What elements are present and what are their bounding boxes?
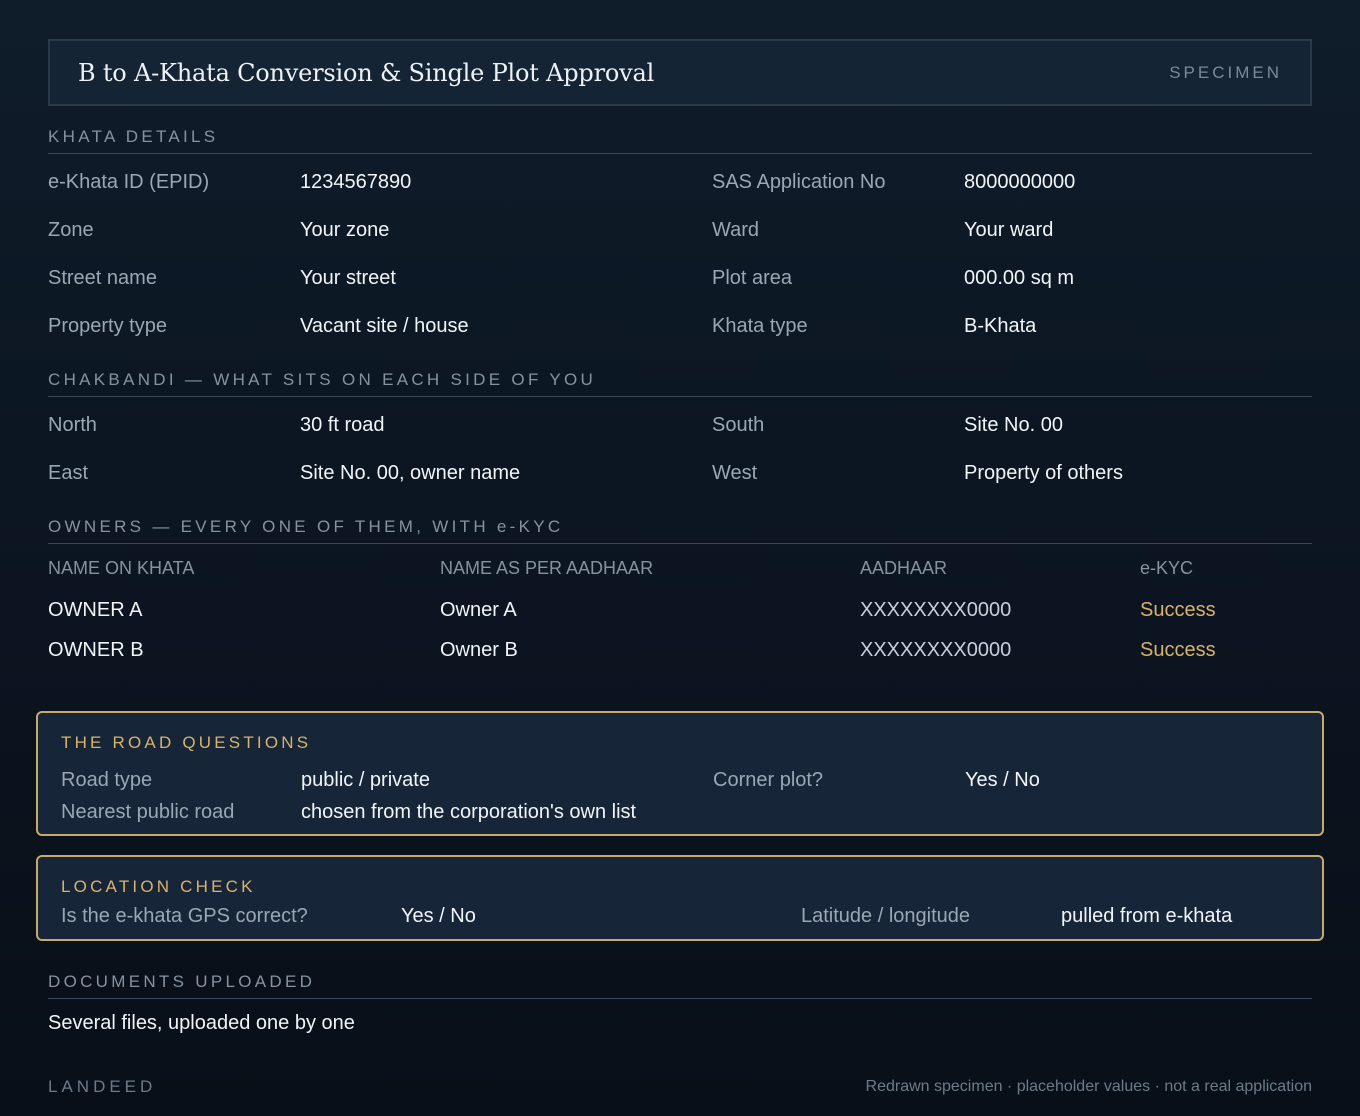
specimen-badge: SPECIMEN [1169, 62, 1282, 82]
owner-name-aadhaar: Owner B [440, 639, 518, 661]
field-label-ward: Ward [712, 219, 760, 241]
road-type-label: Road type [61, 769, 153, 791]
road-type-value: public / private [301, 769, 430, 791]
boundary-value-south: Site No. 00 [964, 414, 1063, 436]
location-row: Is the e-khata GPS correct? Yes / No Lat… [61, 905, 1301, 928]
field-value-khata-type: B-Khata [964, 315, 1037, 337]
boundary-value-north: 30 ft road [300, 414, 385, 436]
field-value-zone: Your zone [300, 219, 390, 241]
gps-correct-value: Yes / No [401, 905, 476, 927]
section-heading-owners: OWNERS — EVERY ONE OF THEM, WITH e-KYC [48, 517, 1312, 544]
field-value-epid: 1234567890 [300, 171, 412, 193]
field-label-plot-area: Plot area [712, 267, 793, 289]
field-label-epid: e-Khata ID (EPID) [48, 171, 210, 193]
boundary-value-east: Site No. 00, owner name [300, 462, 521, 484]
road-row-1: Road type public / private Corner plot? … [61, 769, 1301, 792]
nearest-road-value: chosen from the corporation's own list [301, 801, 637, 823]
section-heading-documents: DOCUMENTS UPLOADED [48, 972, 1312, 999]
section-heading-location: LOCATION CHECK [61, 877, 256, 896]
khata-details-grid: e-Khata ID (EPID) 1234567890 SAS Applica… [48, 158, 1312, 350]
lat-long-label: Latitude / longitude [801, 905, 971, 927]
page-title: B to A-Khata Conversion & Single Plot Ap… [78, 58, 655, 87]
gps-correct-label: Is the e-khata GPS correct? [61, 905, 308, 927]
column-header-ekyc: e-KYC [1140, 558, 1194, 578]
footer-note: Redrawn specimen · placeholder values · … [865, 1078, 1312, 1095]
field-label-property-type: Property type [48, 315, 167, 337]
field-value-ward: Your ward [964, 219, 1054, 241]
owner-ekyc-status: Success [1140, 639, 1216, 661]
owner-ekyc-status: Success [1140, 599, 1216, 621]
application-form: B to A-Khata Conversion & Single Plot Ap… [36, 39, 1324, 1034]
field-value-sas: 8000000000 [964, 171, 1076, 193]
boundary-label-south: South [712, 414, 765, 436]
khata-details-section: KHATA DETAILS e-Khata ID (EPID) 12345678… [48, 127, 1312, 350]
road-questions-box: THE ROAD QUESTIONS Road type public / pr… [36, 711, 1324, 836]
field-label-zone: Zone [48, 219, 94, 241]
column-header-aadhaar: AADHAAR [860, 558, 948, 578]
field-value-property-type: Vacant site / house [300, 315, 469, 337]
owners-table: NAME ON KHATA NAME AS PER AADHAAR AADHAA… [48, 544, 1312, 670]
boundary-label-west: West [712, 462, 758, 484]
owners-section: OWNERS — EVERY ONE OF THEM, WITH e-KYC N… [48, 517, 1312, 670]
documents-section: DOCUMENTS UPLOADED Several files, upload… [48, 972, 1312, 1035]
boundary-value-west: Property of others [964, 462, 1123, 484]
section-heading-chakbandi: CHAKBANDI — WHAT SITS ON EACH SIDE OF YO… [48, 370, 1312, 397]
location-check-box: LOCATION CHECK Is the e-khata GPS correc… [36, 855, 1324, 941]
owner-aadhaar-number: XXXXXXXX0000 [860, 639, 1012, 661]
nearest-road-label: Nearest public road [61, 801, 235, 823]
corner-plot-value: Yes / No [965, 769, 1040, 791]
title-bar: B to A-Khata Conversion & Single Plot Ap… [48, 39, 1312, 106]
column-header-name-on-khata: NAME ON KHATA [48, 558, 195, 578]
boundary-label-east: East [48, 462, 89, 484]
lat-long-value: pulled from e-khata [1061, 905, 1233, 927]
owner-name-khata: OWNER A [48, 599, 143, 621]
chakbandi-grid: North 30 ft road South Site No. 00 East … [48, 401, 1312, 497]
boundary-label-north: North [48, 414, 97, 436]
owner-name-aadhaar: Owner A [440, 599, 517, 621]
owner-name-khata: OWNER B [48, 639, 144, 661]
chakbandi-section: CHAKBANDI — WHAT SITS ON EACH SIDE OF YO… [48, 370, 1312, 497]
road-row-2: Nearest public road chosen from the corp… [61, 801, 1301, 824]
corner-plot-label: Corner plot? [713, 769, 824, 791]
field-label-khata-type: Khata type [712, 315, 808, 337]
field-label-street: Street name [48, 267, 157, 289]
brand-logo-text: LANDEED [48, 1077, 157, 1096]
section-heading-khata: KHATA DETAILS [48, 127, 1312, 154]
field-label-sas: SAS Application No [712, 171, 886, 193]
column-header-name-aadhaar: NAME AS PER AADHAAR [440, 558, 654, 578]
field-value-plot-area: 000.00 sq m [964, 267, 1075, 289]
documents-text: Several files, uploaded one by one [48, 1012, 355, 1034]
field-value-street: Your street [300, 267, 396, 289]
owner-aadhaar-number: XXXXXXXX0000 [860, 599, 1012, 621]
section-heading-road: THE ROAD QUESTIONS [61, 733, 312, 752]
